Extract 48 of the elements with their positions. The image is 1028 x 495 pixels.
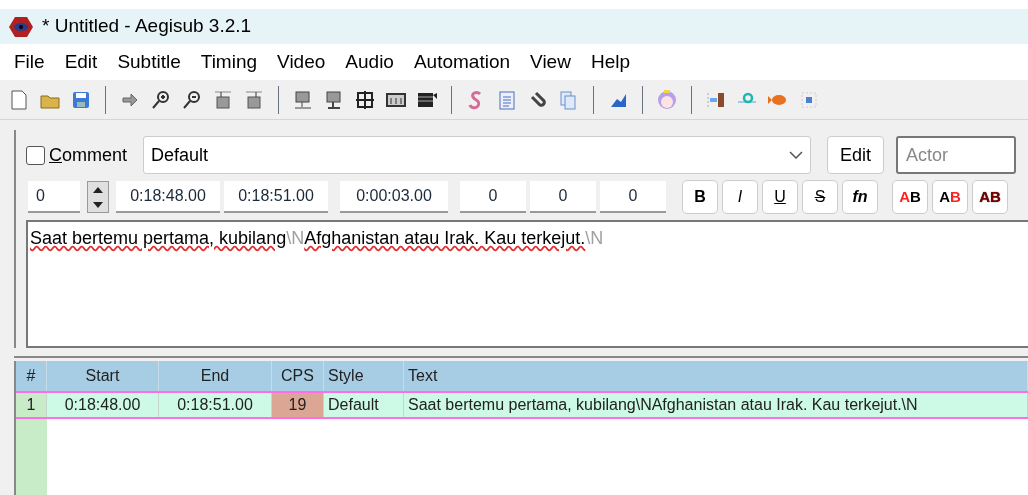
start-time-field[interactable]: 0:18:48.00: [116, 181, 220, 213]
monitor-icon[interactable]: [292, 88, 314, 111]
zoom-in-icon[interactable]: [150, 88, 172, 111]
color-button[interactable]: AB: [892, 180, 928, 214]
menu-item[interactable]: Help: [580, 47, 640, 77]
style-dropdown[interactable]: Default: [143, 136, 812, 174]
color-button[interactable]: AB: [972, 180, 1008, 214]
menu-item[interactable]: View: [520, 47, 581, 77]
window-title: * Untitled - Aegisub 3.2.1: [42, 14, 252, 39]
comment-label[interactable]: Comment: [49, 141, 128, 169]
grid-icon[interactable]: [354, 88, 376, 111]
layer-field[interactable]: 0: [28, 181, 80, 213]
comment-checkbox[interactable]: [26, 145, 45, 165]
menu-item[interactable]: File: [4, 47, 55, 77]
zoom-out-icon[interactable]: [181, 88, 203, 111]
subtitle-text-area[interactable]: Saat bertemu pertama, kubilang\NAfghanistan atau Irak. Kau terkejut.\N: [26, 220, 1028, 348]
grid-row[interactable]: 1 0:18:48.00 0:18:51.00 19 Default Saat bertemu pertama, kubilang\NAfghanistan atau Irak. Kau terkejut.\N: [16, 391, 1028, 419]
chevron-down-icon: [789, 151, 804, 159]
menu-item[interactable]: Audio: [335, 47, 404, 77]
up-arrow-icon: [93, 186, 103, 193]
format-button[interactable]: fn: [842, 180, 878, 214]
table-cell: Saat bertemu pertama, kubilang\NAfghanistan atau Irak. Kau terkejut.\N: [404, 393, 1028, 417]
down-arrow-icon: [93, 201, 103, 208]
format-button[interactable]: B: [682, 180, 718, 214]
table-cell: 1: [16, 393, 47, 417]
eye-logo-icon: [8, 15, 34, 38]
menu-item[interactable]: Video: [267, 47, 336, 77]
clipboard-icon[interactable]: [496, 88, 518, 111]
end-time-field[interactable]: 0:18:51.00: [224, 181, 328, 213]
duration-field[interactable]: 0:00:03.00: [340, 181, 448, 213]
edit-button[interactable]: Edit: [827, 136, 885, 174]
actor-field[interactable]: Actor: [896, 136, 1017, 174]
format-button[interactable]: S: [802, 180, 838, 214]
table-cell: 19: [272, 393, 324, 417]
menu-item[interactable]: Edit: [54, 47, 108, 77]
spin-button[interactable]: [87, 181, 109, 213]
menu-item[interactable]: Automation: [403, 47, 521, 77]
margin-field[interactable]: 0: [600, 181, 666, 213]
color-button[interactable]: AB: [932, 180, 968, 214]
margin-field[interactable]: 0: [460, 181, 526, 213]
format-button[interactable]: U: [762, 180, 798, 214]
table-cell: 0:18:48.00: [47, 393, 159, 417]
new-file-icon[interactable]: [8, 88, 30, 111]
table-cell: Default: [324, 393, 404, 417]
menu-item[interactable]: Timing: [190, 47, 268, 77]
menu-item[interactable]: Subtitle: [107, 47, 191, 77]
margin-field[interactable]: 0: [530, 181, 596, 213]
format-button[interactable]: I: [722, 180, 758, 214]
